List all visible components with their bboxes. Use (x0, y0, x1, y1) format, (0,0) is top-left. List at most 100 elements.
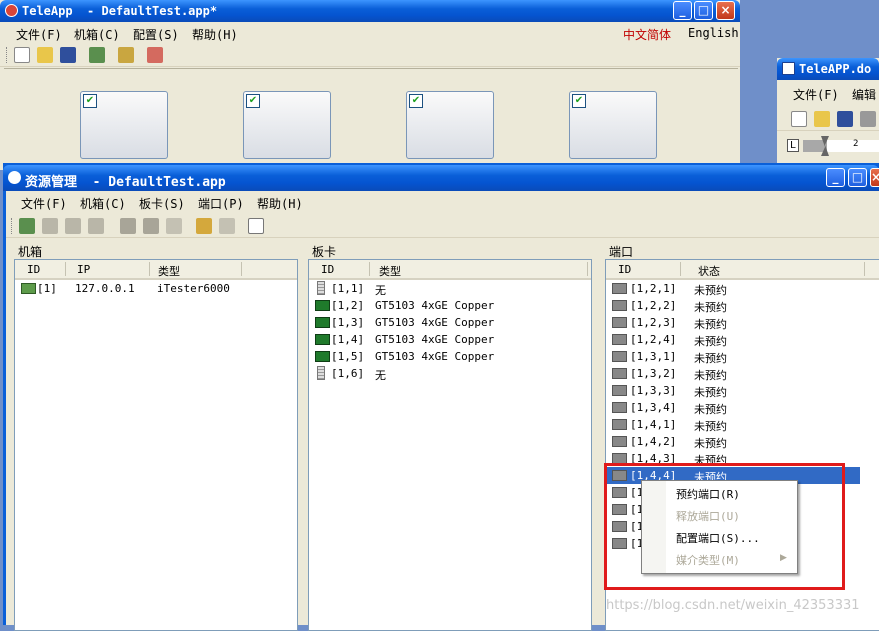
menu-chassis[interactable]: 机箱(C) (74, 26, 120, 43)
port-row[interactable]: [1,2,3] 未预约 (606, 314, 879, 331)
port-row[interactable]: [1,4,1] 未预约 (606, 416, 879, 433)
ruler-tab-marker[interactable]: L (787, 139, 800, 152)
side-menu-file[interactable]: 文件(F) (793, 86, 839, 103)
port-row[interactable]: [1,4,2] 未预约 (606, 433, 879, 450)
port-row[interactable]: [1,3,3] 未预约 (606, 382, 879, 399)
list-icon[interactable] (248, 218, 264, 234)
column-header-status[interactable]: 状态 (698, 263, 720, 279)
card-type: GT5103 4xGE Copper (375, 299, 495, 312)
port-row[interactable]: [1,3,1] 未预约 (606, 348, 879, 365)
connect-chassis-icon[interactable] (65, 218, 81, 234)
new-icon[interactable] (791, 111, 807, 127)
port-status: 未预约 (694, 352, 727, 365)
side-menu-edit[interactable]: 编辑 (852, 86, 876, 103)
lang-chinese-link[interactable]: 中文简体 (623, 26, 671, 43)
maximize-button[interactable]: □ (848, 168, 867, 187)
chassis-icon (21, 283, 36, 294)
card-row[interactable]: [1,2] GT5103 4xGE Copper (309, 297, 591, 314)
port-icon (612, 419, 627, 430)
card-id: [1,1] (331, 282, 365, 295)
card-type: GT5103 4xGE Copper (375, 333, 495, 346)
maximize-button[interactable]: □ (694, 1, 713, 20)
card-icon (315, 300, 330, 311)
chassis-list-header: ID IP 类型 (15, 260, 297, 280)
port-row[interactable]: [1,2,4] 未预约 (606, 331, 879, 348)
port-status: 未预约 (694, 420, 727, 433)
open-icon[interactable] (814, 111, 830, 127)
disconnect-chassis-icon[interactable] (88, 218, 104, 234)
side-window: TeleAPP.do 文件(F) 编辑 L 2 (777, 58, 879, 168)
card-row[interactable]: [1,4] GT5103 4xGE Copper (309, 331, 591, 348)
column-header-ip[interactable]: IP (77, 263, 90, 276)
save-icon[interactable] (837, 111, 853, 127)
port-status: 未预约 (694, 318, 727, 331)
main-window-titlebar[interactable]: 资源管理 - DefaultTest.app _ □ × (3, 165, 879, 191)
new-icon[interactable] (14, 47, 30, 63)
column-header-id[interactable]: ID (618, 263, 631, 276)
close-button[interactable]: × (716, 1, 735, 20)
minimize-button[interactable]: _ (673, 1, 692, 20)
port-row[interactable]: [1,3,2] 未预约 (606, 365, 879, 382)
port-icon (612, 351, 627, 362)
menu-card[interactable]: 板卡(S) (139, 195, 185, 212)
card-id: [1,3] (331, 316, 365, 329)
column-header-type[interactable]: 类型 (158, 263, 180, 279)
port-status: 未预约 (694, 437, 727, 450)
lang-english-link[interactable]: English (688, 26, 739, 40)
card-list[interactable]: ID 类型 [1,1] 无 [1,2] GT5103 4xGE Copper [1,3]… (308, 259, 592, 631)
add-chassis-icon[interactable] (19, 218, 35, 234)
remove-chassis-icon[interactable] (42, 218, 58, 234)
lock-icon[interactable] (196, 218, 212, 234)
menu-chassis[interactable]: 机箱(C) (80, 195, 126, 212)
connect-icon[interactable] (89, 47, 105, 63)
close-button[interactable]: × (870, 168, 879, 187)
minimize-button[interactable]: _ (826, 168, 845, 187)
menu-port[interactable]: 端口(P) (198, 195, 244, 212)
port-icon (612, 402, 627, 413)
port-row[interactable]: [1,2,2] 未预约 (606, 297, 879, 314)
card-type: GT5103 4xGE Copper (375, 350, 495, 363)
port-pane-label: 端口 (609, 245, 634, 259)
menu-config[interactable]: 配置(S) (133, 26, 179, 43)
open-icon[interactable] (37, 47, 53, 63)
back-content: ✔ ✔ ✔ ✔ (4, 68, 738, 171)
print-icon[interactable] (860, 111, 876, 127)
card-icon[interactable] (120, 218, 136, 234)
card-row[interactable]: [1,3] GT5103 4xGE Copper (309, 314, 591, 331)
card-row[interactable]: [1,1] 无 (309, 280, 591, 297)
port-id: [1,2,1] (630, 282, 677, 295)
column-header-type[interactable]: 类型 (379, 263, 401, 279)
card-id: [1,4] (331, 333, 365, 346)
properties-icon[interactable] (118, 47, 134, 63)
back-window-titlebar[interactable]: TeleApp - DefaultTest.app* _ □ × (0, 0, 740, 22)
column-header-id[interactable]: ID (27, 263, 40, 276)
card-row[interactable]: [1,5] GT5103 4xGE Copper (309, 348, 591, 365)
port-row[interactable]: [1,2,1] 未预约 (606, 280, 879, 297)
save-icon[interactable] (60, 47, 76, 63)
column-header-id[interactable]: ID (321, 263, 334, 276)
side-window-titlebar[interactable]: TeleAPP.do (777, 58, 879, 80)
unlock-icon[interactable] (219, 218, 235, 234)
gauge-icon[interactable]: ✔ (243, 91, 331, 159)
card-id: [1,2] (331, 299, 365, 312)
menu-file[interactable]: 文件(F) (16, 26, 62, 43)
port-icon (612, 300, 627, 311)
menu-help[interactable]: 帮助(H) (257, 195, 303, 212)
chassis-row[interactable]: [1] 127.0.0.1 iTester6000 (15, 280, 297, 297)
check-icon: ✔ (572, 94, 586, 108)
side-toolbar (777, 108, 879, 131)
menu-help[interactable]: 帮助(H) (192, 26, 238, 43)
port-id: [1,3,2] (630, 367, 677, 380)
card-row[interactable]: [1,6] 无 (309, 365, 591, 382)
chart-line-icon[interactable]: ✔ (406, 91, 494, 159)
card-config-icon[interactable] (143, 218, 159, 234)
traffic-flow-icon[interactable]: ✔ (569, 91, 657, 159)
schedule-icon[interactable] (147, 47, 163, 63)
card-id: [1,5] (331, 350, 365, 363)
back-toolbar (0, 44, 740, 67)
menu-file[interactable]: 文件(F) (21, 195, 67, 212)
gear-process-icon[interactable]: ✔ (80, 91, 168, 159)
port-row[interactable]: [1,3,4] 未预约 (606, 399, 879, 416)
chassis-list[interactable]: ID IP 类型 [1] 127.0.0.1 iTester6000 (14, 259, 298, 631)
grid-icon[interactable] (166, 218, 182, 234)
